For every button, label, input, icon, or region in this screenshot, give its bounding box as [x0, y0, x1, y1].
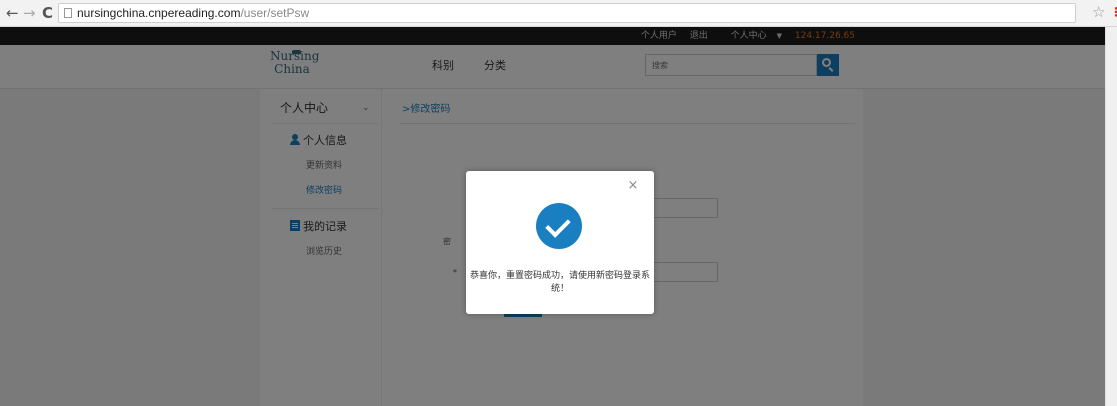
- success-dialog: × 恭喜你，重置密码成功，请使用新密码登录系统！: [466, 171, 654, 314]
- forward-arrow-icon[interactable]: →: [23, 4, 36, 22]
- check-circle-icon: [536, 203, 582, 249]
- bookmark-star-icon[interactable]: ☆: [1092, 3, 1105, 21]
- url-path: /user/setPsw: [240, 6, 310, 20]
- browser-toolbar: ← → C nursingchina.cnpereading.com/user/…: [0, 0, 1117, 27]
- page-icon: [64, 8, 72, 18]
- address-bar[interactable]: nursingchina.cnpereading.com/user/setPsw: [58, 3, 1076, 23]
- url-text: nursingchina.cnpereading.com/user/setPsw: [77, 6, 309, 21]
- reload-icon[interactable]: C: [42, 4, 53, 22]
- page-scrollbar[interactable]: [1105, 27, 1117, 406]
- check-mark: [545, 212, 571, 238]
- back-arrow-icon[interactable]: ←: [6, 4, 19, 22]
- page-viewport: 个人用户 退出 个人中心▼ 124.17.26.65 Nursing China…: [0, 27, 1105, 406]
- success-message: 恭喜你，重置密码成功，请使用新密码登录系统！: [469, 271, 650, 294]
- browser-menu-icon[interactable]: ⋮: [1110, 4, 1117, 20]
- url-host: nursingchina.cnpereading.com: [77, 6, 241, 20]
- close-icon[interactable]: ×: [626, 179, 640, 193]
